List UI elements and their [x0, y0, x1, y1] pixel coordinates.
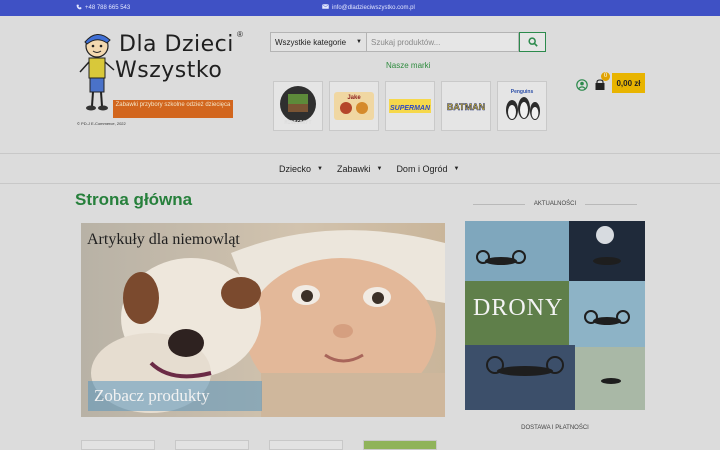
- brand-superman[interactable]: SUPERMAN: [385, 81, 435, 131]
- cart-total[interactable]: 0,00 zł: [612, 73, 645, 93]
- main-navigation: Dziecko ▼ Zabawki ▼ Dom i Ogród ▼: [0, 154, 720, 184]
- divider: [585, 204, 637, 205]
- brand-jake[interactable]: Jake: [329, 81, 379, 131]
- account-button[interactable]: [576, 78, 588, 96]
- nav-item-label: Dziecko: [279, 164, 312, 174]
- caret-down-icon: ▼: [317, 166, 323, 172]
- brand-minecraft[interactable]: MINECRAFT: [273, 81, 323, 131]
- phone-icon: [76, 4, 82, 12]
- divider: [473, 204, 525, 205]
- category-select-label: Wszystkie kategorie: [275, 37, 347, 47]
- search-button[interactable]: [519, 32, 546, 52]
- news-heading-row: AKTUALNOŚCI: [465, 201, 645, 207]
- nav-item-dziecko[interactable]: Dziecko ▼: [279, 164, 323, 174]
- caret-down-icon: ▼: [376, 166, 383, 172]
- category-select[interactable]: Wszystkie kategorie ▼: [270, 32, 367, 52]
- top-contact-bar: +48 788 665 543 info@dladzieciwszystko.c…: [0, 0, 720, 16]
- delivery-heading-row: DOSTAWA I PŁATNOŚCI: [465, 425, 645, 431]
- product-tile[interactable]: [269, 440, 343, 450]
- product-strip: [81, 440, 437, 450]
- banner-title: Artykuły dla niemowląt: [87, 231, 240, 248]
- caret-down-icon: ▼: [453, 166, 460, 172]
- product-tile[interactable]: [363, 440, 437, 450]
- chevron-down-icon: ▼: [356, 39, 362, 45]
- see-products-button[interactable]: Zobacz produkty: [88, 381, 262, 411]
- jake-logo-icon: Jake: [334, 92, 374, 120]
- product-search: Wszystkie kategorie ▼ Szukaj produktów..…: [270, 32, 546, 52]
- logo-copyright: © PD-J E-Commerce, 2022: [77, 121, 126, 126]
- logo-text-line1: Dla Dzieci: [119, 32, 234, 57]
- email-contact[interactable]: info@dladzieciwszystko.com.pl: [322, 4, 415, 11]
- page-title: Strona główna: [75, 190, 193, 209]
- minecraft-logo-icon: MINECRAFT: [280, 86, 316, 126]
- brand-batman[interactable]: BATMAN: [441, 81, 491, 131]
- brand-label-minecraft: MINECRAFT: [284, 120, 311, 126]
- product-tile[interactable]: [81, 440, 155, 450]
- promo-title: DRONY: [473, 295, 564, 321]
- envelope-icon: [322, 4, 329, 11]
- cta-label: Zobacz produkty: [94, 386, 210, 405]
- logo-boy-icon: [79, 34, 115, 111]
- search-icon: [527, 37, 538, 47]
- email-address: info@dladzieciwszystko.com.pl: [332, 4, 415, 11]
- brand-label-batman: BATMAN: [447, 102, 485, 112]
- delivery-heading: DOSTAWA I PŁATNOŚCI: [521, 425, 589, 431]
- nav-item-dom-i-ogrod[interactable]: Dom i Ogród ▼: [396, 164, 459, 174]
- news-heading: AKTUALNOŚCI: [533, 201, 577, 207]
- cart-count-badge: 0: [601, 72, 610, 81]
- nav-item-label: Dom i Ogród: [396, 164, 448, 174]
- nav-item-label: Zabawki: [336, 164, 371, 174]
- batman-logo-icon: BATMAN: [447, 102, 486, 113]
- brand-label-superman: SUPERMAN: [390, 105, 431, 112]
- nav-item-zabawki[interactable]: Zabawki ▼: [337, 164, 382, 174]
- logo-tagline: Zabawki przybory szkolne odzież dziecięc…: [113, 100, 233, 118]
- user-icon: [576, 79, 588, 91]
- brand-label-penguins: Penguins: [511, 89, 534, 95]
- superman-logo-icon: SUPERMAN: [389, 99, 431, 113]
- search-input[interactable]: Szukaj produktów...: [367, 32, 519, 52]
- registered-mark: ®: [237, 30, 243, 39]
- logo-text-line2: Wszystko: [115, 58, 223, 83]
- phone-contact[interactable]: +48 788 665 543: [76, 4, 130, 12]
- penguins-logo-icon: Penguins: [506, 89, 540, 120]
- brand-label-jake: Jake: [347, 95, 361, 101]
- brand-penguins[interactable]: Penguins: [497, 81, 547, 131]
- cart-button[interactable]: 0: [594, 72, 610, 90]
- brands-heading: Nasze marki: [386, 61, 431, 70]
- brand-list: MINECRAFT Jake SUPERMAN BATMAN Penguins: [273, 81, 547, 131]
- hero-banner[interactable]: Artykuły dla niemowląt Zobacz produkty: [81, 223, 445, 417]
- site-logo[interactable]: Dla Dzieci Wszystko ® Zabawki przybory s…: [77, 28, 247, 128]
- drones-promo[interactable]: DRONY: [465, 221, 645, 410]
- product-tile[interactable]: [175, 440, 249, 450]
- phone-number: +48 788 665 543: [85, 5, 131, 11]
